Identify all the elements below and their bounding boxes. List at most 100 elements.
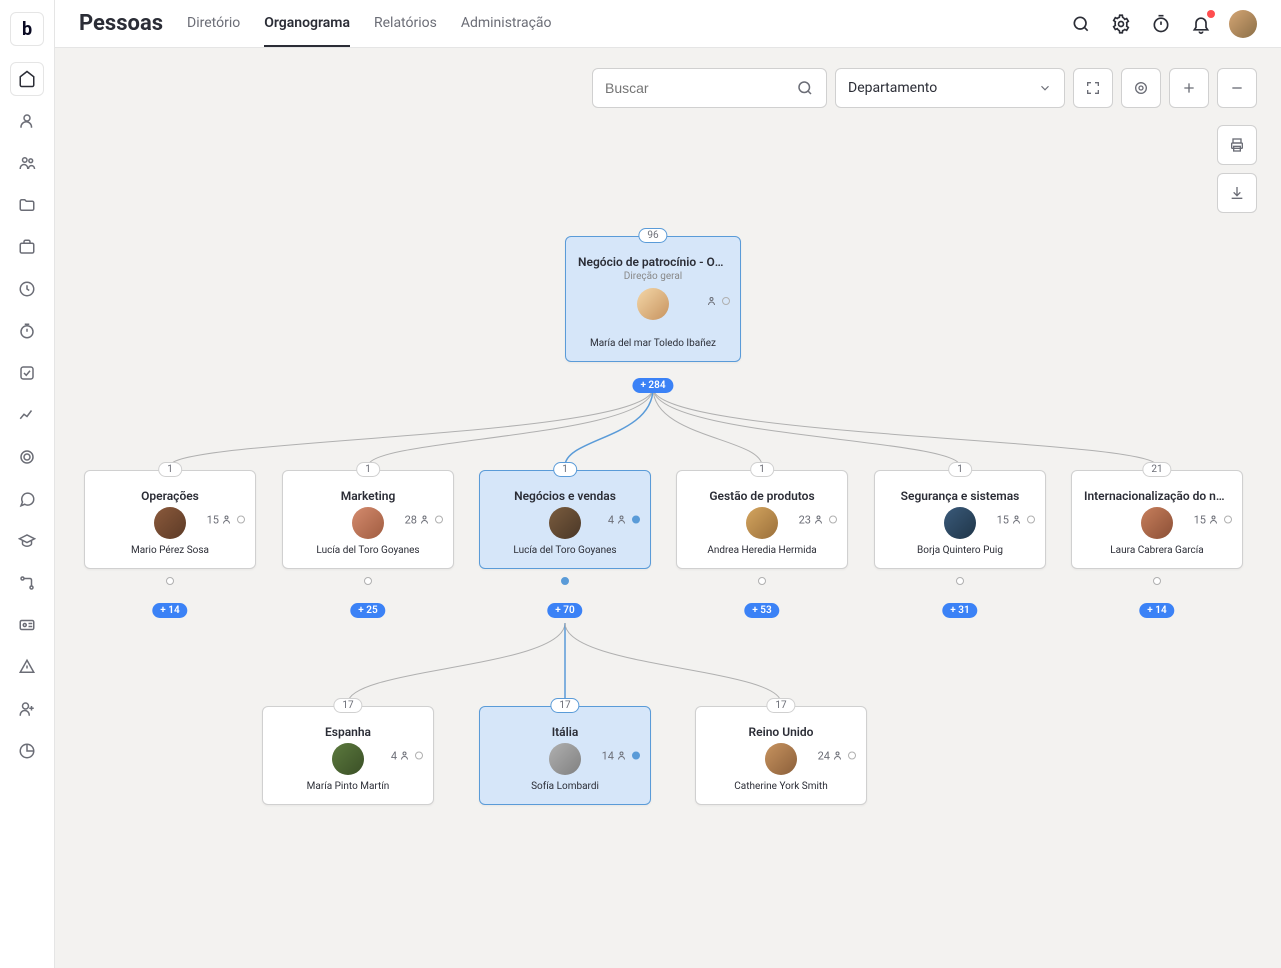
people-icon <box>400 750 412 762</box>
topbar: Pessoas Diretório Organograma Relatórios… <box>55 0 1281 48</box>
expand-pill[interactable]: + 53 <box>744 603 779 618</box>
nav-flow-icon[interactable] <box>10 566 44 600</box>
tab-reports[interactable]: Relatórios <box>374 0 437 47</box>
gear-icon[interactable] <box>1109 12 1133 36</box>
nav-id-icon[interactable] <box>10 608 44 642</box>
node-avatar <box>332 743 364 775</box>
node-title: Operações <box>97 489 243 503</box>
tab-admin[interactable]: Administração <box>461 0 552 47</box>
zoom-in-button[interactable] <box>1169 68 1209 108</box>
zoom-out-button[interactable] <box>1217 68 1257 108</box>
node-title: Internacionalização do negócio... <box>1084 489 1230 503</box>
node-badge: 1 <box>948 462 972 477</box>
user-avatar[interactable] <box>1229 10 1257 38</box>
expand-pill[interactable]: + 14 <box>1139 603 1174 618</box>
node-avatar <box>746 507 778 539</box>
people-icon <box>814 514 826 526</box>
node-name: María Pinto Martín <box>275 781 421 792</box>
tab-directory[interactable]: Diretório <box>187 0 240 47</box>
node-badge: 17 <box>766 698 795 713</box>
node-title: Gestão de produtos <box>689 489 835 503</box>
nav-alert-icon[interactable] <box>10 650 44 684</box>
nav-chart-icon[interactable] <box>10 398 44 432</box>
search-input-icon <box>796 79 814 97</box>
people-icon <box>707 295 719 307</box>
orgchart-canvas[interactable]: 96 Negócio de patrocínio - Operaci... Di… <box>55 108 1281 968</box>
org-node-spain[interactable]: 17 Espanha 4 María Pinto Martín <box>262 706 434 805</box>
search-input-box[interactable] <box>592 68 827 108</box>
people-icon <box>833 750 845 762</box>
search-icon[interactable] <box>1069 12 1093 36</box>
fullscreen-button[interactable] <box>1073 68 1113 108</box>
node-title: Itália <box>492 725 638 739</box>
nav-chat-icon[interactable] <box>10 482 44 516</box>
dropdown-label: Departamento <box>848 80 937 96</box>
node-title: Reino Unido <box>708 725 854 739</box>
node-name: María del mar Toledo Ibañez <box>578 338 728 349</box>
node-title: Espanha <box>275 725 421 739</box>
node-subtitle: Direção geral <box>578 271 728 282</box>
tab-orgchart[interactable]: Organograma <box>264 0 350 47</box>
expand-pill[interactable]: + 25 <box>350 603 385 618</box>
nav-home-icon[interactable] <box>10 62 44 96</box>
node-badge: 17 <box>333 698 362 713</box>
nav-person-icon[interactable] <box>10 104 44 138</box>
node-badge: 21 <box>1142 462 1171 477</box>
node-avatar <box>352 507 384 539</box>
org-node-operations[interactable]: 1 Operações 15 Mario Pérez Sosa <box>84 470 256 569</box>
department-dropdown[interactable]: Departamento <box>835 68 1065 108</box>
people-icon <box>617 750 629 762</box>
expand-pill[interactable]: + 31 <box>942 603 977 618</box>
node-badge: 1 <box>356 462 380 477</box>
node-name: Sofía Lombardi <box>492 781 638 792</box>
node-name: Andrea Heredia Hermida <box>689 545 835 556</box>
app-logo[interactable]: b <box>10 12 44 46</box>
org-node-security[interactable]: 1 Segurança e sistemas 15 Borja Quintero… <box>874 470 1046 569</box>
controls-bar: Departamento <box>55 48 1281 108</box>
people-icon <box>222 514 234 526</box>
nav-clock-icon[interactable] <box>10 272 44 306</box>
nav-timer-icon[interactable] <box>10 314 44 348</box>
node-title: Segurança e sistemas <box>887 489 1033 503</box>
node-avatar <box>1141 507 1173 539</box>
people-icon <box>1209 514 1221 526</box>
node-name: Laura Cabrera García <box>1084 545 1230 556</box>
page-title: Pessoas <box>79 11 163 36</box>
node-avatar <box>154 507 186 539</box>
notification-dot <box>1207 10 1215 18</box>
org-node-root[interactable]: 96 Negócio de patrocínio - Operaci... Di… <box>565 236 741 362</box>
search-input[interactable] <box>605 80 796 96</box>
org-node-product-mgmt[interactable]: 1 Gestão de produtos 23 Andrea Heredia H… <box>676 470 848 569</box>
node-badge: 17 <box>550 698 579 713</box>
node-avatar <box>637 288 669 320</box>
org-node-business-sales[interactable]: 1 Negócios e vendas 4 Lucía del Toro Goy… <box>479 470 651 569</box>
nav-folder-icon[interactable] <box>10 188 44 222</box>
org-node-italy[interactable]: 17 Itália 14 Sofía Lombardi <box>479 706 651 805</box>
node-name: Lucía del Toro Goyanes <box>492 545 638 556</box>
bell-icon[interactable] <box>1189 12 1213 36</box>
node-badge: 1 <box>553 462 577 477</box>
org-node-international[interactable]: 21 Internacionalização do negócio... 15 … <box>1071 470 1243 569</box>
expand-pill[interactable]: + 14 <box>152 603 187 618</box>
nav-checkbox-icon[interactable] <box>10 356 44 390</box>
node-name: Mario Pérez Sosa <box>97 545 243 556</box>
node-avatar <box>549 743 581 775</box>
expand-pill[interactable]: + 70 <box>547 603 582 618</box>
nav-target-icon[interactable] <box>10 440 44 474</box>
node-name: Catherine York Smith <box>708 781 854 792</box>
nav-briefcase-icon[interactable] <box>10 230 44 264</box>
node-avatar <box>765 743 797 775</box>
nav-graduation-icon[interactable] <box>10 524 44 558</box>
nav-pie-icon[interactable] <box>10 734 44 768</box>
stopwatch-icon[interactable] <box>1149 12 1173 36</box>
nav-people-icon[interactable] <box>10 146 44 180</box>
node-title: Negócios e vendas <box>492 489 638 503</box>
chevron-down-icon <box>1038 81 1052 95</box>
expand-pill-root[interactable]: + 284 <box>632 378 673 393</box>
node-badge: 1 <box>750 462 774 477</box>
center-button[interactable] <box>1121 68 1161 108</box>
nav-add-user-icon[interactable] <box>10 692 44 726</box>
org-node-marketing[interactable]: 1 Marketing 28 Lucía del Toro Goyanes <box>282 470 454 569</box>
people-icon <box>1012 514 1024 526</box>
org-node-uk[interactable]: 17 Reino Unido 24 Catherine York Smith <box>695 706 867 805</box>
